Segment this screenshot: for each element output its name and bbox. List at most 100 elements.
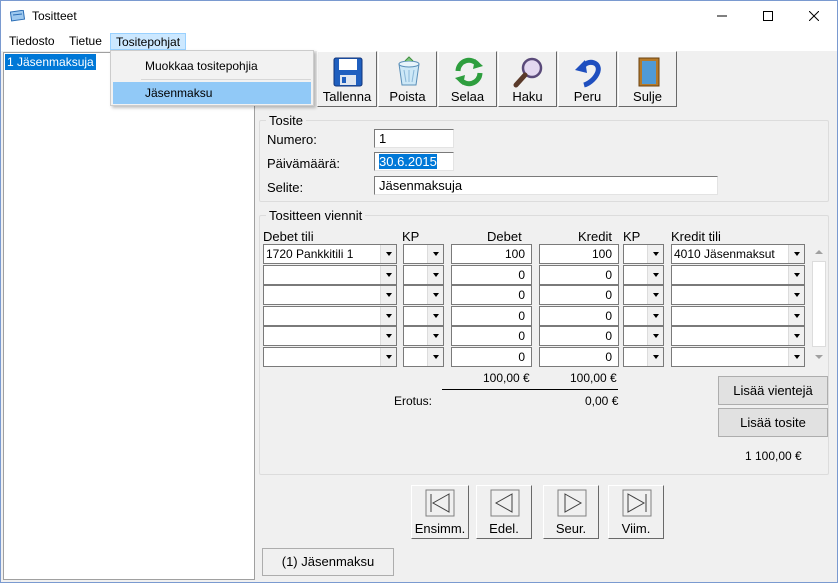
kp1-combo[interactable] (403, 306, 444, 326)
seur-button[interactable]: Seur. (543, 485, 599, 539)
chevron-down-icon[interactable] (788, 245, 804, 263)
chevron-down-icon[interactable] (380, 348, 396, 366)
selaa-button[interactable]: Selaa (438, 51, 497, 107)
kredit-tili-combo[interactable]: 4010 Jäsenmaksut (671, 244, 805, 264)
kredit-field[interactable]: 0 (539, 285, 619, 305)
kredit-field[interactable]: 0 (539, 265, 619, 285)
chevron-down-icon[interactable] (788, 286, 804, 304)
edel-label: Edel. (489, 521, 519, 536)
debet-field[interactable]: 0 (451, 326, 532, 346)
debet-tili-combo[interactable]: 1720 Pankkitili 1 (263, 244, 397, 264)
close-button[interactable] (791, 1, 837, 31)
peru-button[interactable]: Peru (558, 51, 617, 107)
viim-label: Viim. (621, 521, 651, 536)
lisaa-vienteja-button[interactable]: Lisää vientejä (718, 376, 828, 405)
kredit-tili-combo[interactable] (671, 326, 805, 346)
chevron-down-icon[interactable] (788, 348, 804, 366)
debet-tili-combo[interactable] (263, 347, 397, 367)
edel-button[interactable]: Edel. (476, 485, 532, 539)
chevron-down-icon[interactable] (647, 348, 663, 366)
template-jasenmaksu-button[interactable]: (1) Jäsenmaksu (262, 548, 394, 576)
scroll-down-icon[interactable] (811, 349, 827, 365)
chevron-down-icon[interactable] (380, 286, 396, 304)
kp1-combo[interactable] (403, 285, 444, 305)
debet-field[interactable]: 0 (451, 347, 532, 367)
peru-label: Peru (573, 89, 602, 104)
chevron-down-icon[interactable] (380, 327, 396, 345)
maximize-button[interactable] (745, 1, 791, 31)
scroll-thumb[interactable] (812, 261, 826, 347)
ensimm-button[interactable]: Ensimm. (411, 485, 469, 539)
kp2-combo[interactable] (623, 347, 664, 367)
chevron-down-icon[interactable] (647, 286, 663, 304)
haku-button[interactable]: Haku (498, 51, 557, 107)
chevron-down-icon[interactable] (647, 266, 663, 284)
tallenna-button[interactable]: Tallenna (317, 51, 377, 107)
chevron-down-icon[interactable] (380, 266, 396, 284)
debet-tili-combo[interactable] (263, 265, 397, 285)
menu-tiedosto[interactable]: Tiedosto (4, 33, 60, 50)
chevron-down-icon[interactable] (788, 307, 804, 325)
kp2-combo[interactable] (623, 265, 664, 285)
minimize-button[interactable] (699, 1, 745, 31)
chevron-down-icon[interactable] (647, 245, 663, 263)
menu-tietue[interactable]: Tietue (64, 33, 107, 50)
chevron-down-icon[interactable] (427, 327, 443, 345)
col-kp-1: KP (402, 229, 420, 244)
chevron-down-icon[interactable] (647, 307, 663, 325)
kredit-field[interactable]: 0 (539, 347, 619, 367)
col-debet: Debet (487, 229, 522, 244)
debet-tili-combo[interactable] (263, 326, 397, 346)
kp1-combo[interactable] (403, 244, 444, 264)
kredit-tili-combo[interactable] (671, 347, 805, 367)
chevron-down-icon[interactable] (788, 327, 804, 345)
chevron-down-icon[interactable] (380, 307, 396, 325)
kredit-field[interactable]: 0 (539, 326, 619, 346)
sulje-button[interactable]: Sulje (618, 51, 677, 107)
col-kredit: Kredit (578, 229, 612, 244)
numero-field[interactable]: 1 (374, 129, 454, 148)
kp2-combo[interactable] (623, 326, 664, 346)
debet-field[interactable]: 0 (451, 285, 532, 305)
debet-tili-combo[interactable] (263, 306, 397, 326)
chevron-down-icon[interactable] (427, 348, 443, 366)
kredit-tili-combo[interactable] (671, 285, 805, 305)
paivamaara-field[interactable]: 30.6.2015 (374, 152, 454, 171)
lisaa-tosite-button[interactable]: Lisää tosite (718, 408, 828, 437)
debet-field[interactable]: 0 (451, 265, 532, 285)
chevron-down-icon[interactable] (427, 266, 443, 284)
menu-item-jasenmaksu[interactable]: Jäsenmaksu (113, 82, 311, 104)
debet-field[interactable]: 100 (451, 244, 532, 264)
minimize-icon (717, 15, 727, 17)
debet-field[interactable]: 0 (451, 306, 532, 326)
poista-button[interactable]: Poista (378, 51, 437, 107)
list-item[interactable]: 1 Jäsenmaksuja (5, 54, 96, 70)
kredit-tili-combo[interactable] (671, 306, 805, 326)
kp2-combo[interactable] (623, 285, 664, 305)
chevron-down-icon[interactable] (427, 245, 443, 263)
chevron-down-icon[interactable] (788, 266, 804, 284)
chevron-down-icon[interactable] (647, 327, 663, 345)
voucher-list[interactable]: 1 Jäsenmaksuja (3, 52, 255, 580)
scroll-up-icon[interactable] (811, 244, 827, 260)
kredit-tili-combo[interactable] (671, 265, 805, 285)
selite-field[interactable]: Jäsenmaksuja (374, 176, 718, 195)
chevron-down-icon[interactable] (380, 245, 396, 263)
selite-label: Selite: (267, 180, 304, 195)
kp1-combo[interactable] (403, 265, 444, 285)
chevron-down-icon[interactable] (427, 307, 443, 325)
kp1-combo[interactable] (403, 347, 444, 367)
rows-scrollbar[interactable] (811, 244, 827, 365)
menu-tositepohjat[interactable]: Tositepohjat (110, 33, 187, 50)
kp2-combo[interactable] (623, 244, 664, 264)
debet-tili-combo[interactable] (263, 285, 397, 305)
kp2-combo[interactable] (623, 306, 664, 326)
sulje-label: Sulje (633, 89, 662, 104)
kredit-field[interactable]: 0 (539, 306, 619, 326)
chevron-down-icon[interactable] (427, 286, 443, 304)
refresh-icon (455, 57, 483, 87)
viim-button[interactable]: Viim. (608, 485, 664, 539)
menu-item-muokkaa-tositepohjia[interactable]: Muokkaa tositepohjia (113, 55, 311, 77)
kp1-combo[interactable] (403, 326, 444, 346)
kredit-field[interactable]: 100 (539, 244, 619, 264)
